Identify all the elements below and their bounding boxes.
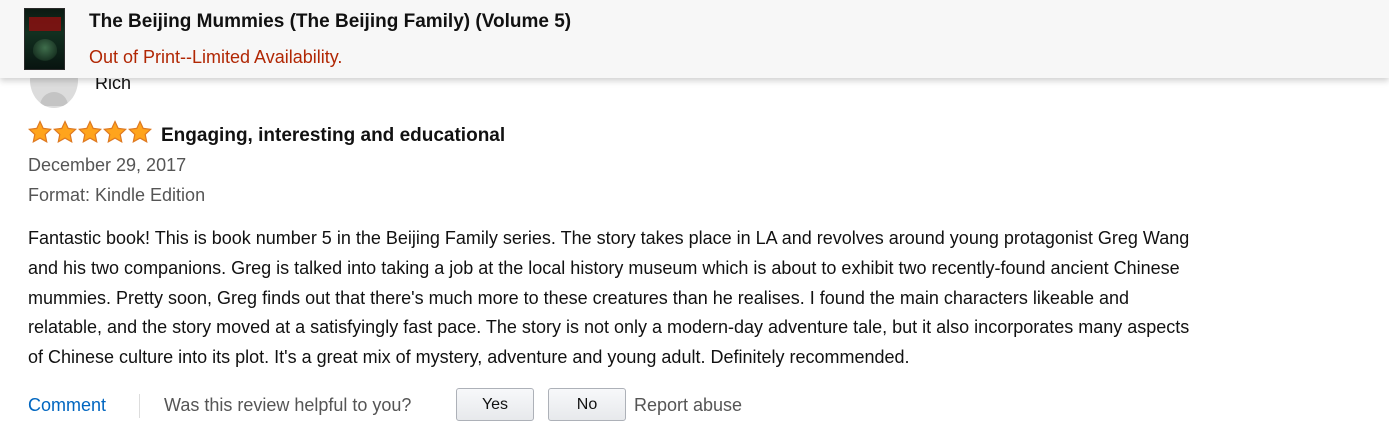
star-icon [28, 120, 52, 143]
review-body-line: and his two companions. Greg is talked i… [28, 257, 1180, 278]
comment-link[interactable]: Comment [28, 395, 106, 416]
star-rating [28, 120, 152, 150]
review-body-line: of Chinese culture into its plot. It's a… [28, 347, 910, 368]
review-body-line: relatable, and the story moved at a sati… [28, 317, 1190, 338]
review-body-line: Fantastic book! This is book number 5 in… [28, 228, 1190, 248]
report-abuse-link[interactable]: Report abuse [634, 395, 742, 416]
review-title[interactable]: Engaging, interesting and educational [161, 125, 505, 147]
review-body-line: mummies. Pretty soon, Greg finds out tha… [28, 287, 1129, 308]
product-title[interactable]: The Beijing Mummies (The Beijing Family)… [89, 11, 571, 33]
star-icon [103, 120, 127, 143]
review-body: Fantastic book! This is book number 5 in… [28, 224, 1373, 373]
star-icon [53, 120, 77, 143]
cover-title-band [29, 17, 61, 31]
book-cover-thumbnail[interactable] [24, 8, 65, 70]
review-actions: Comment Was this review helpful to you? … [28, 388, 1028, 422]
cover-art [33, 39, 57, 61]
helpful-no-button[interactable]: No [548, 388, 626, 421]
helpful-yes-button[interactable]: Yes [456, 388, 534, 421]
star-icon [128, 120, 152, 143]
divider [139, 394, 140, 418]
product-header: The Beijing Mummies (The Beijing Family)… [0, 0, 1389, 78]
review-format[interactable]: Format: Kindle Edition [28, 185, 205, 206]
availability-status: Out of Print--Limited Availability. [89, 47, 343, 67]
review-date: December 29, 2017 [28, 155, 187, 175]
star-icon [78, 120, 102, 143]
helpful-question: Was this review helpful to you? [164, 395, 412, 415]
